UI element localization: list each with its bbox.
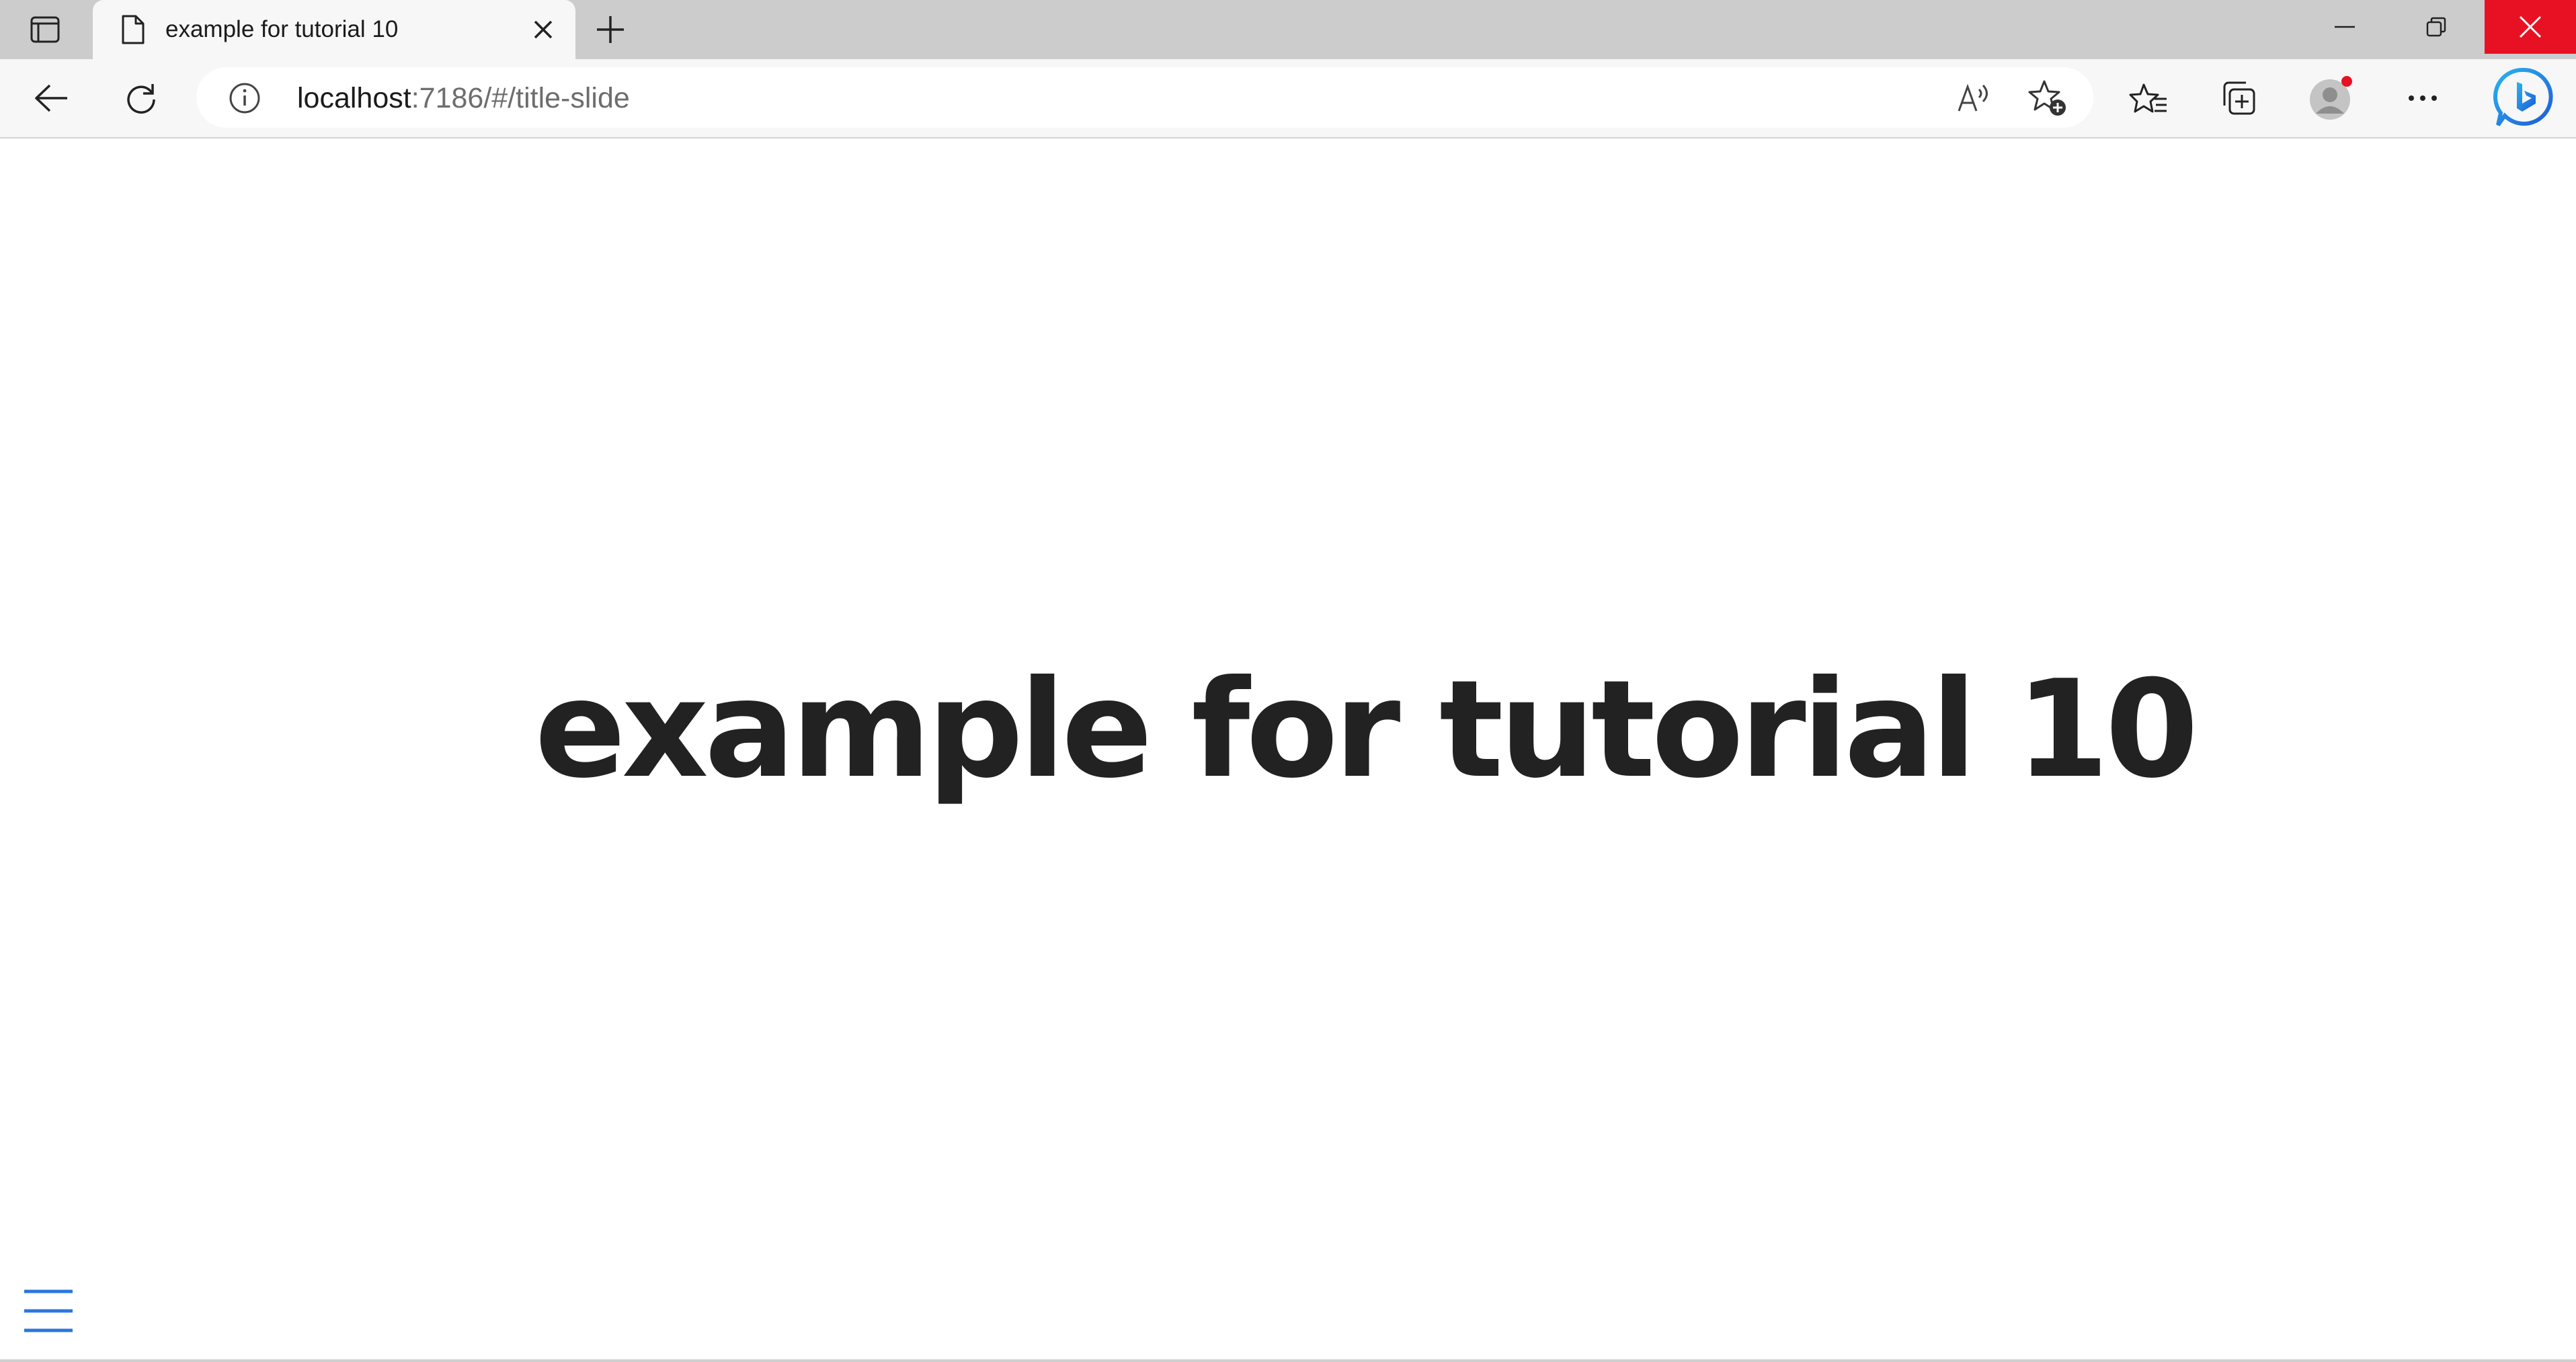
collections-icon (2223, 81, 2255, 115)
tab-actions-icon (30, 16, 60, 43)
back-arrow-icon (35, 84, 67, 112)
window-close-button[interactable] (2485, 0, 2576, 54)
more-options-icon (2409, 95, 2437, 101)
close-icon (2519, 15, 2542, 38)
close-icon (534, 20, 553, 39)
favorites-button[interactable] (2122, 71, 2175, 125)
notification-dot (2341, 76, 2352, 87)
add-favorite-button[interactable] (2026, 77, 2069, 120)
site-info-button[interactable] (226, 79, 264, 117)
bing-copilot-icon (2493, 67, 2553, 126)
new-tab-button[interactable] (588, 7, 633, 52)
minimize-button[interactable] (2299, 0, 2390, 54)
read-aloud-button[interactable] (1952, 77, 1995, 120)
plus-icon (597, 16, 624, 43)
restore-button[interactable] (2390, 0, 2482, 54)
bing-copilot-button[interactable] (2490, 65, 2557, 132)
restore-icon (2426, 17, 2446, 37)
tab-close-button[interactable] (526, 12, 561, 47)
url-text[interactable]: localhost:7186/#/title-slide (297, 81, 630, 116)
add-favorite-icon (2028, 80, 2066, 116)
favorites-icon (2129, 83, 2167, 113)
window-bottom-border (0, 1359, 2576, 1362)
tab-strip: example for tutorial 10 (0, 0, 2576, 59)
more-options-button[interactable] (2396, 71, 2450, 125)
refresh-button[interactable] (114, 71, 168, 125)
active-tab[interactable]: example for tutorial 10 (93, 0, 575, 59)
back-button[interactable] (24, 71, 78, 125)
address-bar[interactable]: localhost:7186/#/title-slide (196, 67, 2093, 128)
browser-window: example for tutorial 10 localhost:7186/#… (0, 0, 2576, 1362)
slide-viewport: example for tutorial 10 (0, 138, 2576, 1359)
hamburger-menu-icon (24, 1289, 73, 1332)
profile-button[interactable] (2304, 71, 2358, 125)
url-path: :7186/#/title-slide (411, 82, 630, 114)
slide-menu-button[interactable] (19, 1281, 78, 1340)
tab-actions-button[interactable] (16, 5, 74, 54)
info-icon (229, 83, 260, 114)
slide-title: example for tutorial 10 (534, 651, 2198, 808)
profile-icon (2310, 76, 2352, 120)
browser-toolbar: localhost:7186/#/title-slide (0, 59, 2576, 138)
collections-button[interactable] (2212, 71, 2265, 125)
read-aloud-icon (1958, 83, 1988, 112)
url-host: localhost (297, 82, 411, 114)
minimize-icon (2335, 26, 2355, 28)
refresh-icon (127, 84, 155, 114)
page-document-icon (114, 11, 152, 48)
tab-title: example for tutorial 10 (165, 16, 399, 42)
